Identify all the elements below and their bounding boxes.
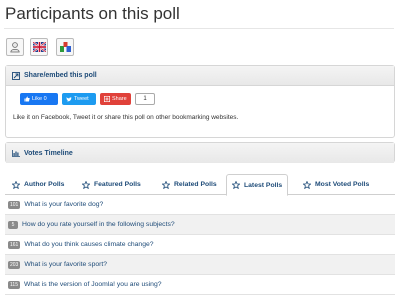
language-button[interactable]: [30, 38, 48, 56]
share-button[interactable]: Share: [100, 93, 131, 105]
page-title: Participants on this poll: [5, 4, 180, 23]
share-panel: Share/embed this poll Like 0 Tweet Share…: [5, 65, 395, 138]
tab-related-polls[interactable]: Related Polls: [157, 174, 222, 195]
tweet-button[interactable]: Tweet: [62, 93, 96, 105]
star-icon: [232, 181, 240, 189]
bar-chart-icon: [12, 149, 20, 157]
votes-timeline-header[interactable]: Votes Timeline: [6, 143, 394, 163]
list-item[interactable]: 101 What is your favorite dog?: [5, 195, 395, 215]
list-item[interactable]: 203 What is your favorite sport?: [5, 255, 395, 275]
tab-label: Related Polls: [174, 181, 217, 188]
plus-icon: [104, 96, 110, 102]
share-panel-header[interactable]: Share/embed this poll: [6, 66, 394, 86]
chart-icon: [59, 42, 71, 52]
uk-flag-icon: [32, 42, 46, 52]
list-item[interactable]: 161 What do you think causes climate cha…: [5, 235, 395, 255]
poll-question-link[interactable]: What is your favorite dog?: [24, 201, 103, 208]
votes-timeline-panel[interactable]: Votes Timeline: [5, 142, 395, 163]
tab-latest-polls[interactable]: Latest Polls: [226, 174, 289, 196]
facebook-like-label: Like 0: [32, 96, 47, 102]
star-icon: [303, 180, 311, 189]
tab-most-voted-polls[interactable]: Most Voted Polls: [298, 174, 374, 195]
poll-question-link[interactable]: What do you think causes climate change?: [24, 241, 153, 248]
facebook-like-button[interactable]: Like 0: [20, 93, 58, 105]
poll-question-link[interactable]: How do you rate yourself in the followin…: [22, 221, 175, 228]
poll-question-link[interactable]: What is the version of Joomla! you are u…: [24, 281, 162, 288]
poll-tabs: Author Polls Featured Polls Related Poll…: [5, 174, 395, 196]
participants-button[interactable]: [6, 38, 24, 56]
tab-label: Latest Polls: [244, 181, 283, 189]
star-icon: [162, 180, 170, 189]
tab-label: Most Voted Polls: [315, 181, 370, 188]
share-panel-title: Share/embed this poll: [24, 72, 97, 79]
tab-author-polls[interactable]: Author Polls: [7, 174, 69, 195]
user-icon: [10, 42, 20, 53]
star-icon: [82, 180, 90, 189]
twitter-bird-icon: [66, 96, 72, 101]
vote-count-badge: 161: [8, 240, 21, 249]
tab-featured-polls[interactable]: Featured Polls: [77, 174, 146, 195]
thumbs-up-icon: [24, 96, 30, 102]
vote-count-badge: 203: [8, 260, 21, 269]
share-count: 1: [135, 93, 155, 105]
list-item[interactable]: 115 What is the version of Joomla! you a…: [5, 275, 395, 295]
vote-count-badge: 115: [8, 280, 20, 289]
poll-list: 101 What is your favorite dog? 5 How do …: [5, 195, 395, 295]
tab-label: Author Polls: [24, 181, 65, 188]
tweet-label: Tweet: [74, 96, 89, 102]
title-divider: [4, 28, 394, 29]
votes-timeline-title: Votes Timeline: [24, 149, 73, 157]
share-icon: [12, 71, 20, 80]
share-label: Share: [112, 96, 127, 102]
vote-count-badge: 5: [8, 220, 18, 229]
results-chart-button[interactable]: [56, 38, 74, 56]
share-description: Like it on Facebook, Tweet it or share t…: [13, 114, 239, 121]
tab-label: Featured Polls: [94, 181, 141, 188]
share-buttons: Like 0 Tweet Share 1: [20, 93, 155, 105]
star-icon: [12, 180, 20, 189]
poll-question-link[interactable]: What is your favorite sport?: [24, 261, 107, 268]
vote-count-badge: 101: [8, 200, 21, 209]
list-item[interactable]: 5 How do you rate yourself in the follow…: [5, 215, 395, 235]
